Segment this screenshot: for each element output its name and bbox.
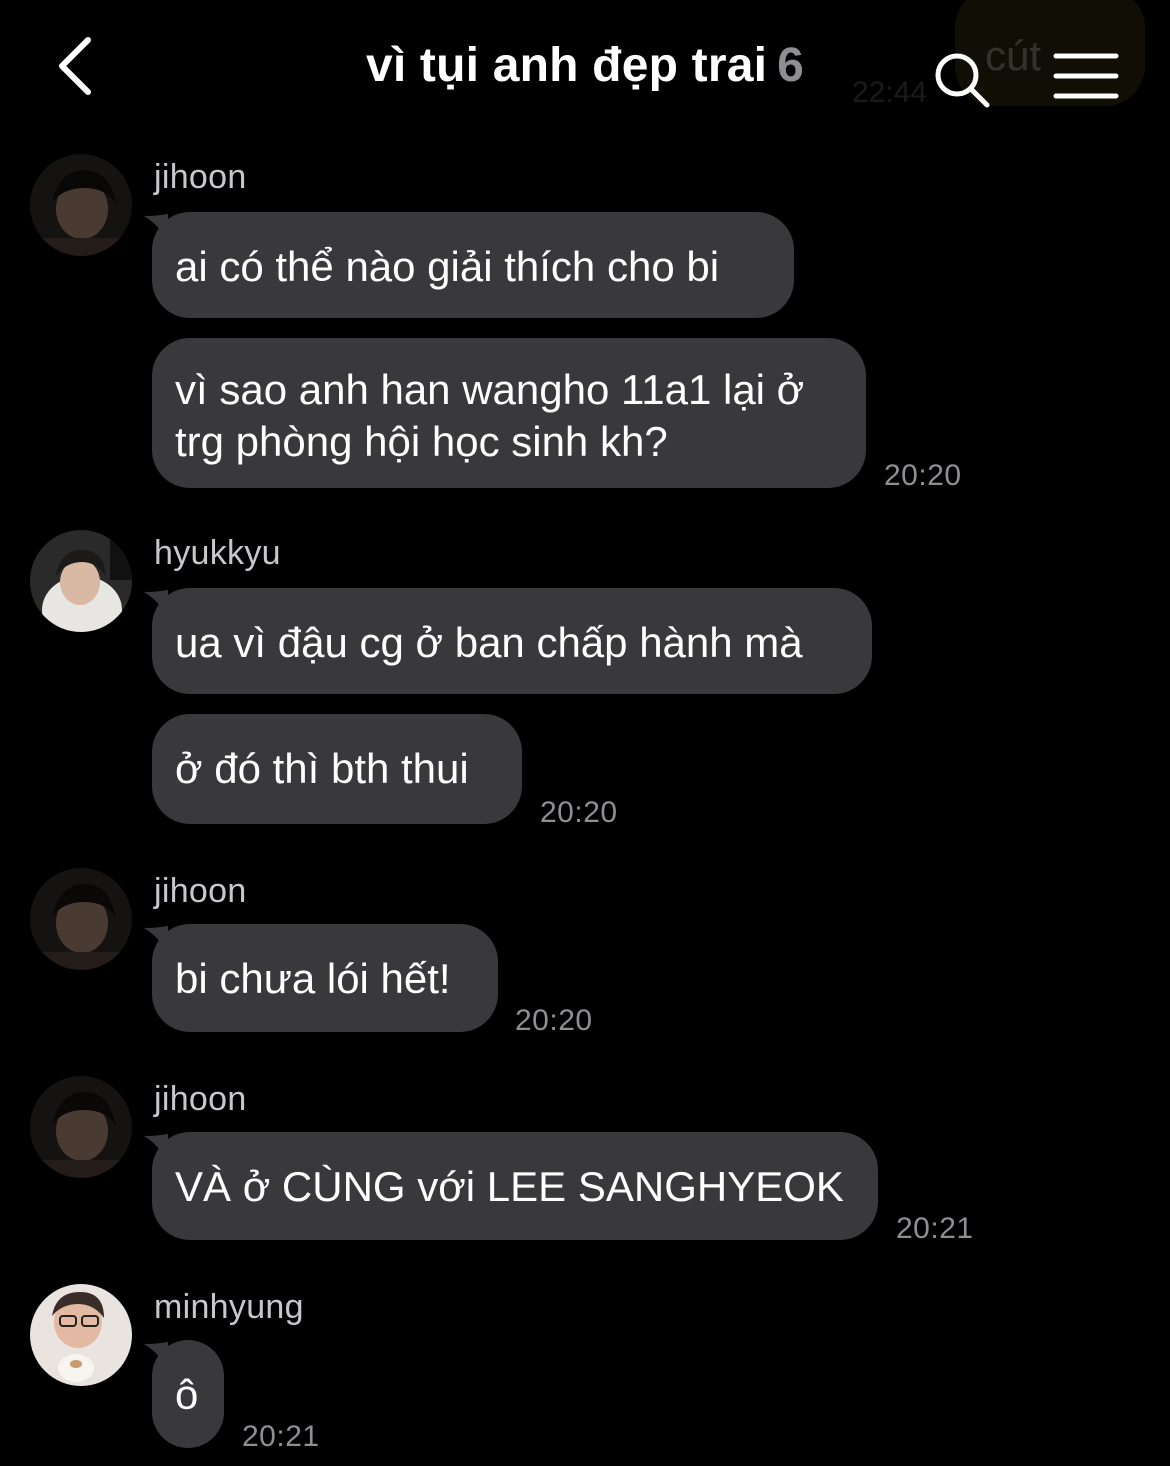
- message-bubble[interactable]: ở đó thì bth thui: [152, 714, 522, 824]
- sender-name: hyukkyu: [154, 534, 281, 572]
- avatar-jihoon[interactable]: [30, 1076, 132, 1178]
- message-bubble[interactable]: bi chưa lói hết!: [152, 924, 498, 1032]
- message-timestamp: 20:20: [515, 1004, 593, 1037]
- sender-name: jihoon: [154, 158, 247, 196]
- message-timestamp: 20:20: [540, 796, 618, 829]
- sender-name: jihoon: [154, 872, 247, 910]
- chat-header: cút 22:44 vì tụi anh đẹp trai 6: [0, 0, 1170, 140]
- chat-title-text: vì tụi anh đẹp trai: [365, 39, 768, 92]
- avatar-photo: [30, 530, 132, 632]
- message-timestamp: 20:21: [896, 1212, 974, 1245]
- message-bubble[interactable]: vì sao anh han wangho 11a1 lại ở trg phò…: [152, 338, 866, 488]
- message-timestamp: 20:21: [242, 1420, 320, 1453]
- message-bubble[interactable]: ai có thể nào giải thích cho bi: [152, 212, 794, 318]
- avatar-photo: [30, 1284, 132, 1386]
- avatar-minhyung[interactable]: [30, 1284, 132, 1386]
- sender-name: jihoon: [154, 1080, 247, 1118]
- chat-title: vì tụi anh đẹp trai 6: [0, 38, 1170, 93]
- avatar-jihoon[interactable]: [30, 868, 132, 970]
- avatar-photo: [30, 1076, 132, 1178]
- avatar-jihoon[interactable]: [30, 154, 132, 256]
- member-count: 6: [777, 39, 805, 92]
- menu-button[interactable]: [1052, 50, 1120, 102]
- hamburger-menu-icon: [1053, 53, 1119, 99]
- message-timestamp: 20:20: [884, 459, 962, 492]
- message-bubble[interactable]: VÀ ở CÙNG với LEE SANGHYEOK: [152, 1132, 878, 1240]
- avatar-hyukkyu[interactable]: [30, 530, 132, 632]
- sender-name: minhyung: [154, 1288, 304, 1326]
- message-bubble[interactable]: ua vì đậu cg ở ban chấp hành mà: [152, 588, 872, 694]
- avatar-photo: [30, 868, 132, 970]
- search-icon: [935, 53, 990, 108]
- search-button[interactable]: [932, 50, 992, 110]
- avatar-photo: [30, 154, 132, 256]
- message-bubble[interactable]: ô: [152, 1340, 224, 1448]
